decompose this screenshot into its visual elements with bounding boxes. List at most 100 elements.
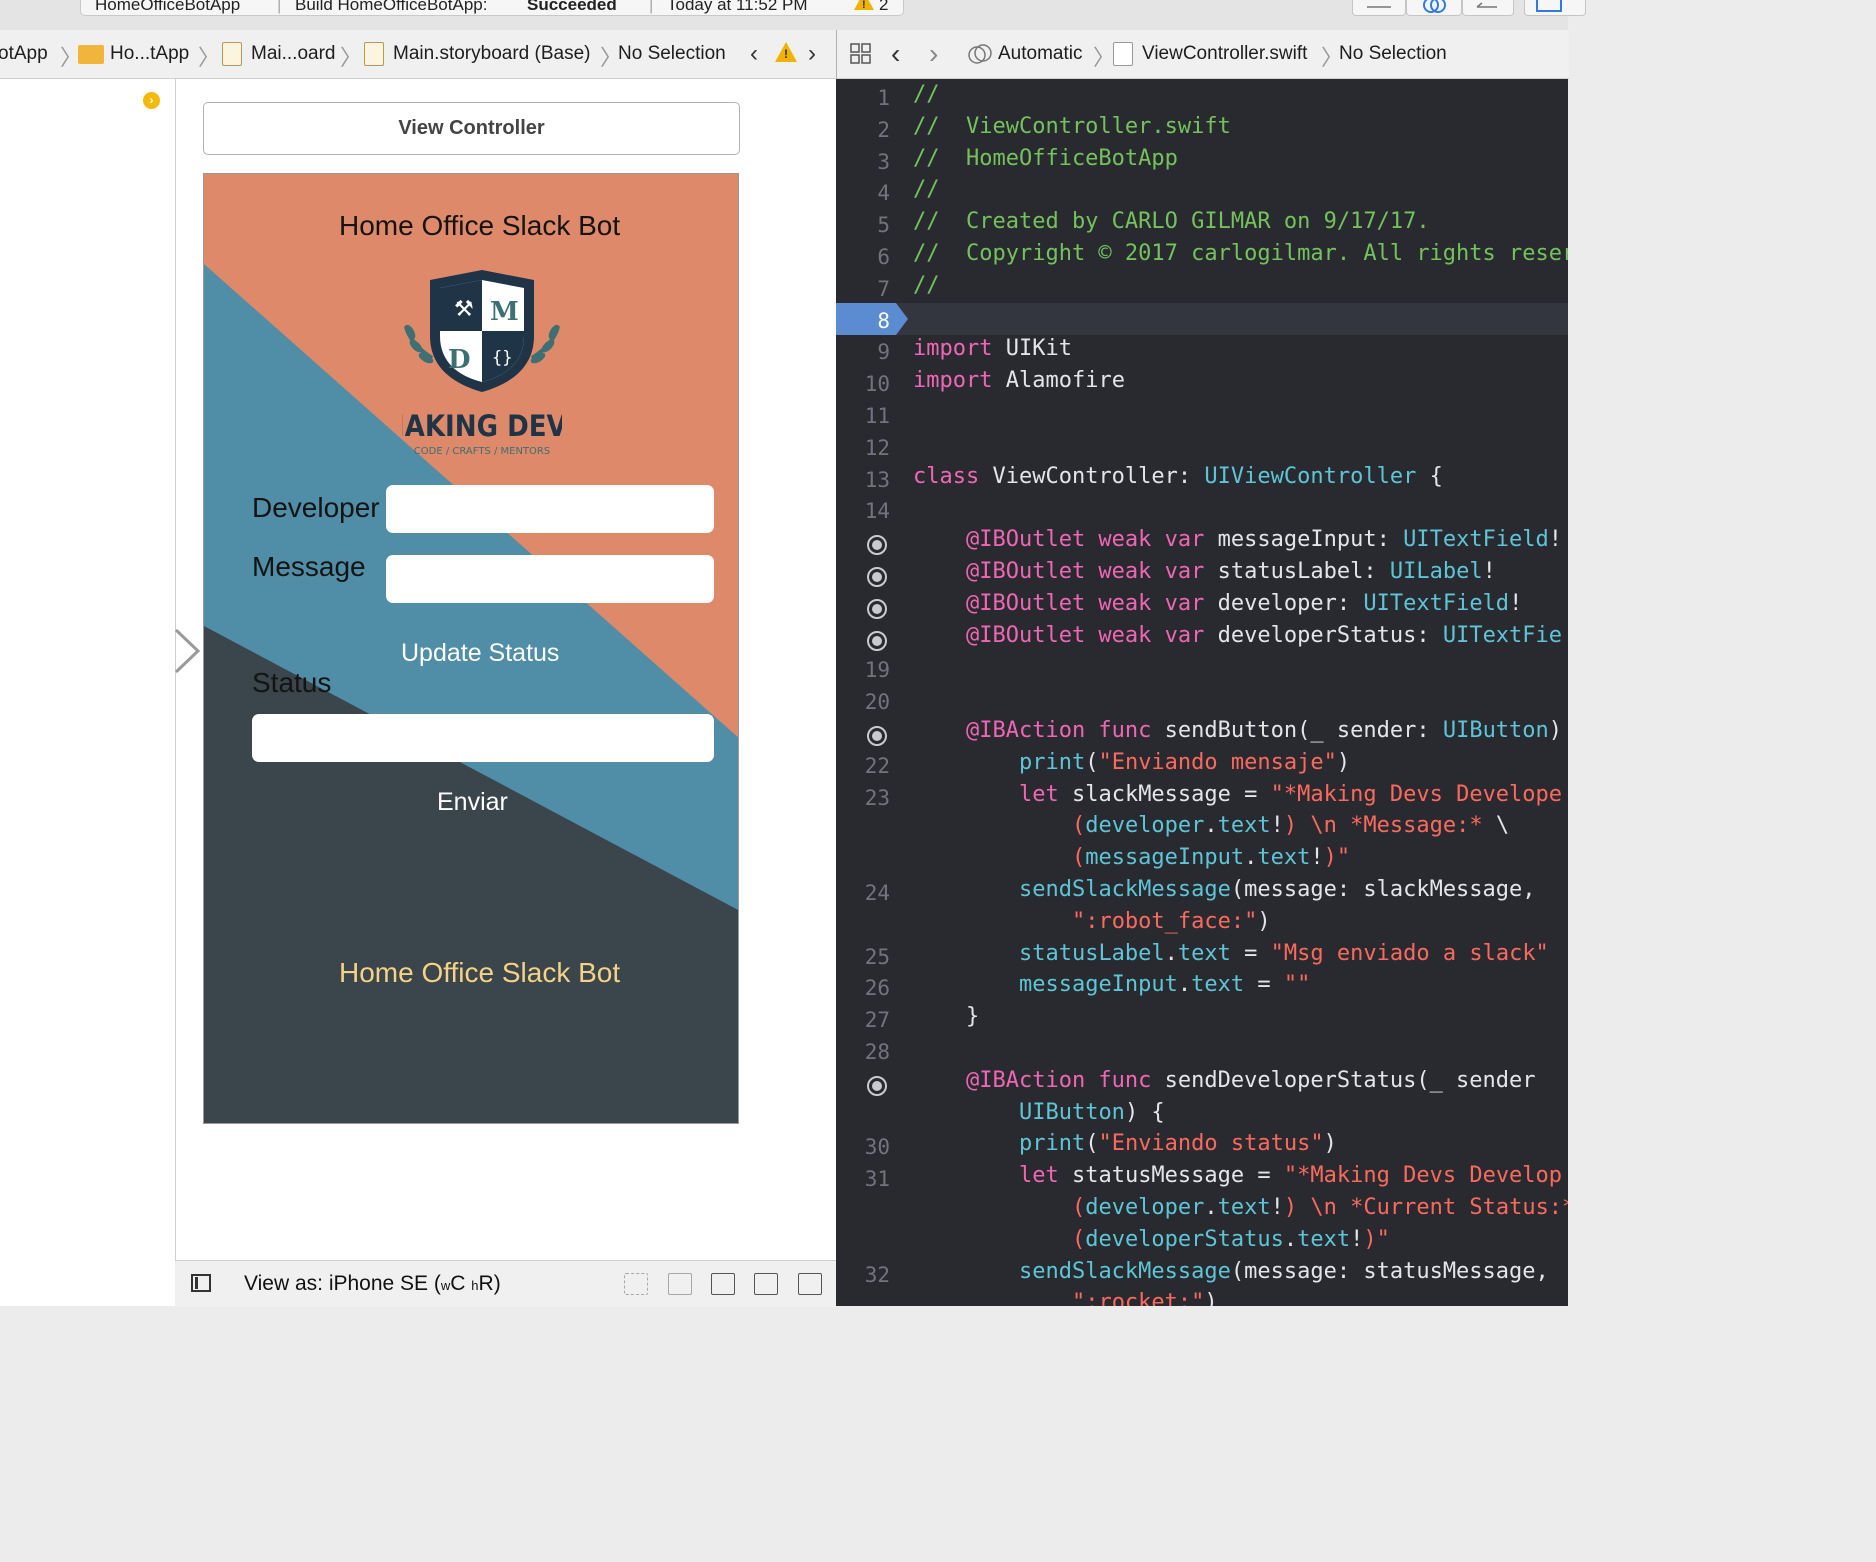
outlet-connection-icon[interactable] xyxy=(867,1075,887,1096)
line-number[interactable]: 6 xyxy=(836,245,890,269)
line-number[interactable]: 28 xyxy=(836,1040,890,1064)
jump-item-storyboard-base[interactable]: Main.storyboard (Base) xyxy=(393,43,590,65)
outline-toggle-icon[interactable] xyxy=(191,1274,211,1292)
source-editor[interactable]: 1 // 2 // ViewController.swift 3 // HomeOffic… xyxy=(836,79,1568,1306)
code-line[interactable]: // HomeOfficeBotApp xyxy=(913,146,1178,171)
code-line[interactable]: (messageInput.text!)" xyxy=(913,845,1350,870)
scene-dock-icon[interactable]: › xyxy=(143,92,160,109)
assistant-editor-button[interactable] xyxy=(1406,0,1462,16)
line-number[interactable]: 20 xyxy=(836,690,890,714)
add-constraints-icon[interactable] xyxy=(754,1273,778,1295)
resolve-autolayout-icon[interactable] xyxy=(798,1273,822,1295)
code-line[interactable]: @IBOutlet weak var statusLabel: UILabel! xyxy=(913,559,1496,584)
code-line[interactable]: @IBOutlet weak var messageInput: UITextF… xyxy=(913,527,1562,552)
view-as-label[interactable]: View as: iPhone SE (wC hR) xyxy=(244,1272,501,1296)
code-line[interactable]: @IBOutlet weak var developer: UITextFiel… xyxy=(913,591,1522,616)
developer-field[interactable] xyxy=(386,485,714,533)
code-line[interactable]: (developerStatus.text!)" xyxy=(913,1227,1390,1252)
code-line[interactable]: sendSlackMessage(message: statusMessage, xyxy=(913,1259,1549,1284)
code-line[interactable]: UIButton) { xyxy=(913,1100,1165,1125)
jump-item-automatic[interactable]: Automatic xyxy=(998,43,1082,65)
line-number[interactable]: 23 xyxy=(836,786,890,810)
code-line[interactable]: let statusMessage = "*Making Devs Develo… xyxy=(913,1163,1562,1188)
back-arrow-icon[interactable]: ‹ xyxy=(891,38,900,70)
code-line[interactable]: sendSlackMessage(message: slackMessage, xyxy=(913,877,1536,902)
code-line[interactable]: statusLabel.text = "Msg enviado a slack" xyxy=(913,941,1549,966)
jump-item-selection[interactable]: No Selection xyxy=(618,43,726,65)
code-line[interactable]: import Alamofire xyxy=(913,368,1125,393)
line-number[interactable]: 12 xyxy=(836,436,890,460)
line-number[interactable]: 19 xyxy=(836,658,890,682)
forward-arrow-icon[interactable]: › xyxy=(929,38,938,70)
line-number[interactable]: 8 xyxy=(836,309,890,333)
embed-in-stack-icon[interactable] xyxy=(668,1273,692,1295)
line-number[interactable]: 11 xyxy=(836,404,890,428)
line-number[interactable]: 1 xyxy=(836,86,890,110)
line-number[interactable]: 24 xyxy=(836,881,890,905)
code-line[interactable]: // xyxy=(913,273,940,298)
view-controller-scene[interactable]: Home Office Slack Bot M D ⚒ {} MAKING DE… xyxy=(203,173,739,1124)
code-line[interactable]: // Created by CARLO GILMAR on 9/17/17. xyxy=(913,209,1430,234)
line-number[interactable]: 13 xyxy=(836,468,890,492)
warning-icon[interactable]: ! xyxy=(853,0,875,15)
line-number[interactable]: 31 xyxy=(836,1167,890,1191)
line-number[interactable]: 3 xyxy=(836,150,890,174)
jump-item-file[interactable]: ViewController.swift xyxy=(1142,43,1307,65)
outlet-connection-icon[interactable] xyxy=(867,726,887,746)
jump-item-group[interactable]: Ho...tApp xyxy=(110,43,189,65)
update-status-button[interactable]: Update Status xyxy=(401,639,559,668)
code-line[interactable]: (developer.text!) \n *Current Status:* xyxy=(913,1195,1568,1220)
code-line[interactable]: messageInput.text = "" xyxy=(913,972,1310,997)
jump-item-project[interactable]: otApp xyxy=(0,43,48,65)
status-field[interactable] xyxy=(252,714,714,762)
chevron-left-icon[interactable]: ‹ xyxy=(750,40,758,68)
code-line[interactable]: let slackMessage = "*Making Devs Develop… xyxy=(913,782,1562,807)
line-number[interactable]: 4 xyxy=(836,181,890,205)
line-number[interactable]: 22 xyxy=(836,754,890,778)
code-line[interactable]: // xyxy=(913,82,940,107)
related-items-icon[interactable] xyxy=(850,43,872,71)
code-line[interactable]: import UIKit xyxy=(913,336,1072,361)
line-number[interactable]: 14 xyxy=(836,499,890,523)
scene-title-bar[interactable]: View Controller xyxy=(203,102,740,155)
outlet-connection-icon[interactable] xyxy=(867,567,887,587)
line-number[interactable]: 26 xyxy=(836,976,890,1000)
code-line[interactable]: @IBAction func sendDeveloperStatus(_ sen… xyxy=(913,1068,1536,1093)
update-frames-icon[interactable] xyxy=(624,1273,648,1295)
line-number[interactable]: 32 xyxy=(836,1263,890,1287)
jump-item-selection[interactable]: No Selection xyxy=(1339,43,1447,65)
line-number[interactable]: 30 xyxy=(836,1135,890,1159)
send-button[interactable]: Enviar xyxy=(437,788,508,817)
code-line[interactable]: class ViewController: UIViewController { xyxy=(913,464,1443,489)
version-editor-button[interactable] xyxy=(1462,0,1514,16)
line-number[interactable]: 7 xyxy=(836,277,890,301)
code-line[interactable]: ":robot_face:") xyxy=(913,909,1271,934)
code-line[interactable]: print("Enviando mensaje") xyxy=(913,750,1350,775)
warning-count[interactable]: 2 xyxy=(879,0,888,15)
outlet-connection-icon[interactable] xyxy=(867,535,887,556)
code-line[interactable]: } xyxy=(913,1004,979,1029)
chevron-right-icon[interactable]: › xyxy=(808,40,816,68)
code-line[interactable]: // ViewController.swift xyxy=(913,114,1231,139)
document-outline[interactable] xyxy=(0,79,176,1306)
code-line[interactable]: (developer.text!) \n *Message:* \ xyxy=(913,813,1509,838)
line-number[interactable]: 5 xyxy=(836,213,890,237)
line-number[interactable]: 10 xyxy=(836,372,890,396)
line-number[interactable]: 2 xyxy=(836,118,890,142)
code-line[interactable]: ":rocket:") xyxy=(913,1290,1218,1306)
code-line[interactable]: // xyxy=(913,177,940,202)
code-line[interactable]: print("Enviando status") xyxy=(913,1131,1337,1156)
message-input[interactable] xyxy=(386,555,714,603)
navigator-toggle-button[interactable] xyxy=(1524,0,1586,16)
warning-icon[interactable]: ! xyxy=(775,42,797,62)
outlet-connection-icon[interactable] xyxy=(867,598,887,619)
code-line[interactable]: // Copyright © 2017 carlogilmar. All rig… xyxy=(913,241,1568,266)
outlet-connection-icon[interactable] xyxy=(867,630,887,651)
line-number[interactable]: 27 xyxy=(836,1008,890,1032)
standard-editor-button[interactable] xyxy=(1352,0,1406,16)
line-number[interactable]: 9 xyxy=(836,340,890,364)
entry-point-arrow-icon[interactable] xyxy=(172,626,202,681)
line-number[interactable]: 25 xyxy=(836,945,890,969)
jump-item-storyboard[interactable]: Mai...oard xyxy=(251,43,335,65)
code-line[interactable]: @IBAction func sendButton(_ sender: UIBu… xyxy=(913,718,1562,743)
